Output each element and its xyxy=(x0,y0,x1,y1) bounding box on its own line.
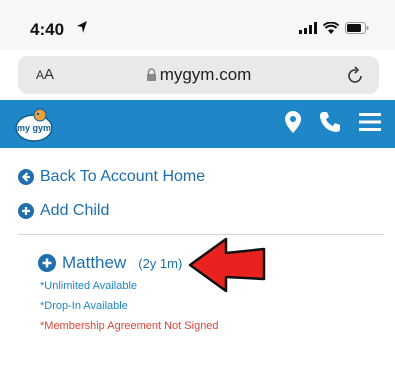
location-arrow-icon xyxy=(77,21,87,33)
lock-icon xyxy=(146,68,156,81)
drop-in-available-note: *Drop-In Available xyxy=(40,300,128,312)
plus-circle-icon[interactable] xyxy=(38,254,56,272)
address-bar[interactable]: AA mygym.com xyxy=(18,56,379,94)
add-child-link[interactable]: Add Child xyxy=(18,202,109,220)
unlimited-available-note: *Unlimited Available xyxy=(40,280,138,292)
back-link-label: Back To Account Home xyxy=(40,168,206,185)
site-header: my gym xyxy=(0,100,395,148)
hamburger-menu-icon[interactable] xyxy=(359,112,381,132)
status-icons xyxy=(299,22,369,34)
plus-circle-icon xyxy=(18,203,34,219)
red-arrow-pointer-icon xyxy=(188,237,266,293)
child-age: (2y 1m) xyxy=(138,255,183,271)
mygym-logo[interactable]: my gym xyxy=(14,107,54,143)
url-text: mygym.com xyxy=(159,65,252,84)
child-entry-matthew[interactable]: Matthew (2y 1m) xyxy=(38,253,182,273)
add-child-label: Add Child xyxy=(40,202,110,219)
reload-icon[interactable] xyxy=(347,65,365,85)
membership-agreement-warning: *Membership Agreement Not Signed xyxy=(40,320,219,332)
svg-text:my gym: my gym xyxy=(17,123,51,133)
clock: 4:40 xyxy=(30,20,65,39)
child-name[interactable]: Matthew xyxy=(62,253,126,273)
back-to-account-home-link[interactable]: Back To Account Home xyxy=(18,168,205,186)
status-bar: 4:40 xyxy=(0,0,395,50)
signal-icon xyxy=(299,22,317,34)
location-pin-icon[interactable] xyxy=(285,111,301,133)
arrow-left-circle-icon xyxy=(18,169,34,185)
battery-icon xyxy=(345,22,369,34)
header-actions xyxy=(285,111,381,133)
wifi-icon xyxy=(323,22,339,34)
url-display[interactable]: mygym.com xyxy=(18,65,379,85)
phone-icon[interactable] xyxy=(319,111,341,133)
